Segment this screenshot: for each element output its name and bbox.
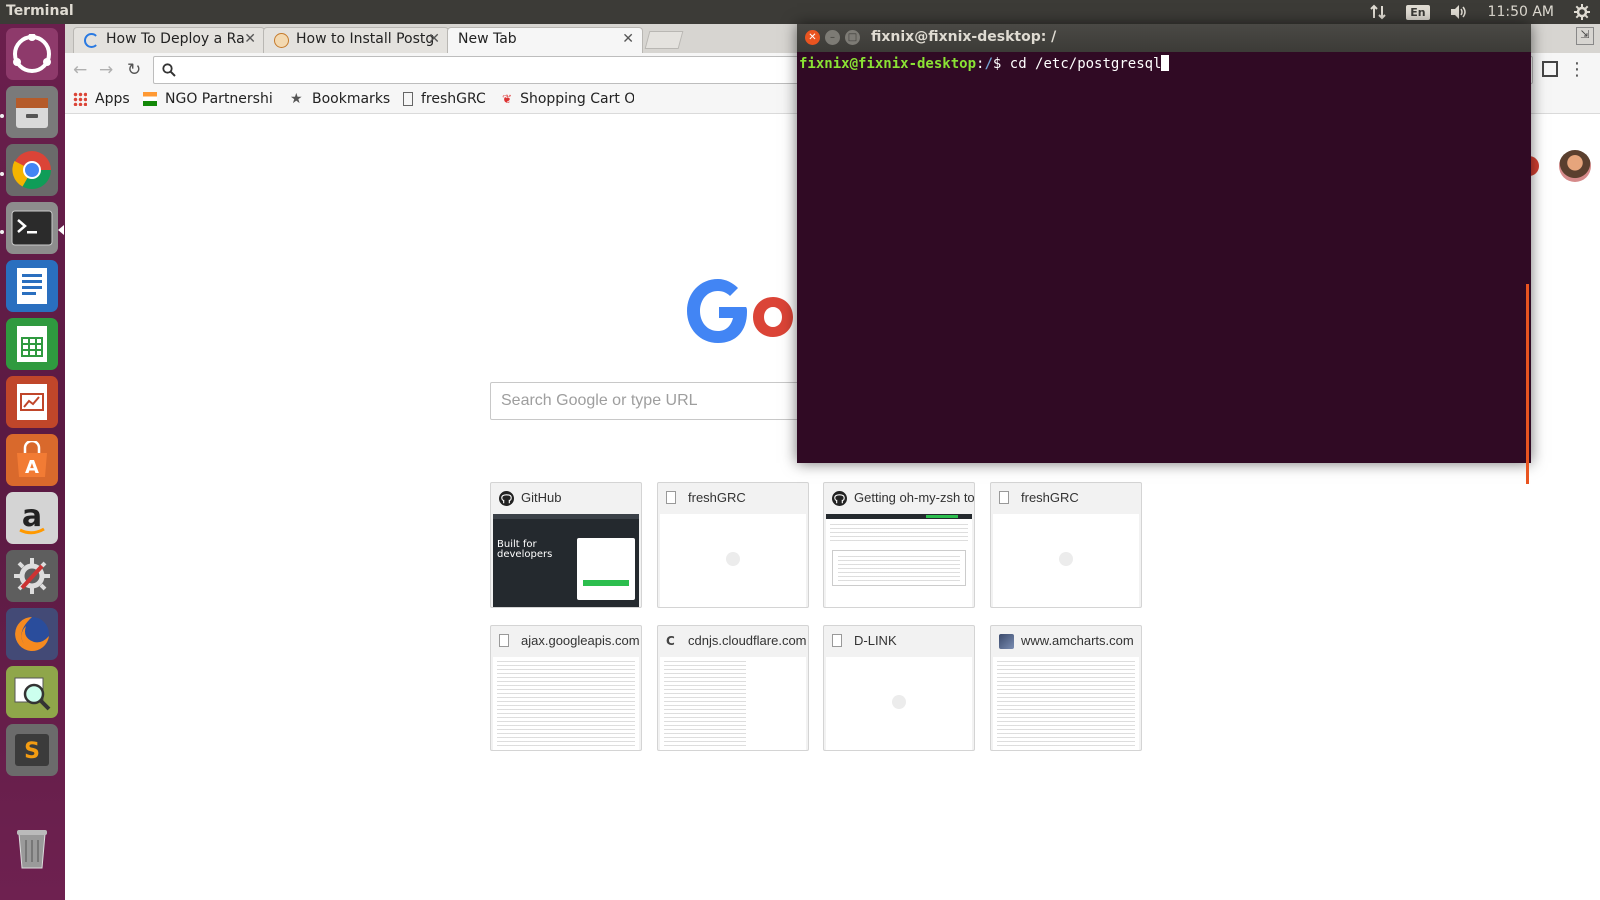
terminal-resize-edge[interactable] bbox=[1526, 284, 1529, 484]
most-visited-tile[interactable]: GitHub Built for developers bbox=[490, 482, 642, 608]
active-app-title: Terminal bbox=[6, 3, 74, 19]
indicator-area: En 11:50 AM bbox=[1360, 0, 1600, 24]
bookmark-folder-bookmarks[interactable]: ★ Bookmarks bbox=[290, 91, 390, 107]
flame-icon: ❦ bbox=[502, 92, 513, 106]
software-center-icon[interactable]: A bbox=[6, 434, 58, 486]
sublime-text-icon[interactable]: S bbox=[6, 724, 58, 776]
india-flag-icon bbox=[143, 92, 157, 106]
files-icon[interactable] bbox=[6, 86, 58, 138]
tab-install-postgres[interactable]: How to Install Postg ✕ bbox=[263, 27, 449, 53]
clock[interactable]: 11:50 AM bbox=[1488, 4, 1554, 20]
tab-new-tab[interactable]: New Tab ✕ bbox=[447, 27, 643, 53]
tile-thumbnail bbox=[660, 657, 806, 750]
running-indicator bbox=[0, 114, 4, 118]
most-visited-tile[interactable]: C cdnjs.cloudflare.com bbox=[657, 625, 809, 751]
bookmark-shopping-cart[interactable]: ❦ Shopping Cart O bbox=[502, 91, 634, 107]
tile-thumbnail bbox=[993, 514, 1139, 607]
writer-icon[interactable] bbox=[6, 260, 58, 312]
bookmark-ngo[interactable]: NGO Partnershi bbox=[143, 91, 278, 107]
text-cursor bbox=[1161, 55, 1170, 71]
close-icon[interactable]: ✕ bbox=[805, 30, 820, 45]
impress-icon[interactable] bbox=[6, 376, 58, 428]
terminal-output[interactable]: fixnix@fixnix-desktop:/$ cd /etc/postgre… bbox=[799, 53, 1527, 458]
svg-text:a: a bbox=[22, 499, 42, 534]
calc-icon[interactable] bbox=[6, 318, 58, 370]
firefox-icon[interactable] bbox=[6, 608, 58, 660]
command-input: cd /etc/postgresql bbox=[1009, 56, 1162, 72]
most-visited-tile[interactable]: freshGRC bbox=[990, 482, 1142, 608]
new-tab-button[interactable] bbox=[644, 31, 684, 49]
dash-home-icon[interactable] bbox=[6, 28, 58, 80]
extension-icon[interactable] bbox=[1542, 61, 1558, 77]
keyboard-layout-indicator[interactable]: En bbox=[1406, 4, 1430, 20]
apps-grid-icon bbox=[73, 92, 87, 106]
reload-icon[interactable]: ↻ bbox=[127, 60, 141, 80]
prompt-symbol: $ bbox=[992, 56, 1002, 72]
bookmark-freshgrc[interactable]: freshGRC bbox=[403, 91, 486, 107]
svg-text:A: A bbox=[25, 457, 39, 478]
tab-deploy[interactable]: How To Deploy a Ra ✕ bbox=[73, 27, 265, 53]
search-icon bbox=[162, 62, 176, 81]
bookmark-apps[interactable]: Apps bbox=[73, 91, 130, 107]
site-favicon-icon bbox=[274, 33, 289, 48]
tab-close-icon[interactable]: ✕ bbox=[244, 31, 256, 47]
forward-arrow-icon[interactable]: → bbox=[99, 60, 113, 80]
maximize-icon[interactable]: □ bbox=[845, 30, 860, 45]
most-visited-tile[interactable]: www.amcharts.com bbox=[990, 625, 1142, 751]
menu-kebab-icon[interactable]: ⋮ bbox=[1568, 59, 1586, 80]
star-icon: ★ bbox=[290, 91, 303, 107]
most-visited-tile[interactable]: D-LINK bbox=[823, 625, 975, 751]
terminal-app-icon[interactable] bbox=[6, 202, 58, 254]
tab-close-icon[interactable]: ✕ bbox=[428, 31, 440, 47]
terminal-window-title: fixnix@fixnix-desktop: / bbox=[871, 29, 1057, 45]
account-avatar[interactable] bbox=[1559, 150, 1591, 182]
tile-thumbnail bbox=[993, 657, 1139, 750]
most-visited-tile[interactable]: Getting oh-my-zsh to w bbox=[823, 482, 975, 608]
tile-thumbnail bbox=[660, 514, 806, 607]
loading-spinner-icon bbox=[84, 33, 99, 48]
system-settings-icon[interactable] bbox=[6, 550, 58, 602]
unity-launcher: A a S bbox=[0, 24, 65, 900]
search-placeholder: Search Google or type URL bbox=[501, 392, 698, 409]
volume-icon[interactable] bbox=[1450, 4, 1468, 20]
restore-window-icon[interactable]: ⇲ bbox=[1576, 27, 1594, 45]
svg-text:S: S bbox=[24, 739, 40, 764]
tab-close-icon[interactable]: ✕ bbox=[622, 31, 634, 47]
google-logo bbox=[681, 264, 811, 374]
trash-icon[interactable] bbox=[6, 822, 58, 874]
tile-thumbnail bbox=[826, 514, 972, 607]
chrome-icon[interactable] bbox=[6, 144, 58, 196]
terminal-titlebar[interactable]: ✕ – □ fixnix@fixnix-desktop: / bbox=[797, 24, 1531, 52]
amazon-icon[interactable]: a bbox=[6, 492, 58, 544]
prompt-path: / bbox=[984, 56, 993, 72]
session-gear-icon[interactable] bbox=[1574, 4, 1590, 20]
back-arrow-icon[interactable]: ← bbox=[73, 60, 87, 80]
tile-thumbnail bbox=[493, 657, 639, 750]
most-visited-tile[interactable]: freshGRC bbox=[657, 482, 809, 608]
page-icon bbox=[403, 92, 413, 106]
prompt-user: fixnix@fixnix-desktop bbox=[799, 56, 977, 72]
image-viewer-icon[interactable] bbox=[6, 666, 58, 718]
tile-thumbnail bbox=[826, 657, 972, 750]
minimize-icon[interactable]: – bbox=[825, 30, 840, 45]
tile-thumbnail: Built for developers bbox=[493, 514, 639, 607]
top-panel: Terminal En 11:50 AM bbox=[0, 0, 1600, 24]
most-visited-tile[interactable]: ajax.googleapis.com bbox=[490, 625, 642, 751]
terminal-window[interactable]: ✕ – □ fixnix@fixnix-desktop: / fixnix@fi… bbox=[797, 24, 1531, 484]
network-icon[interactable] bbox=[1370, 4, 1386, 20]
thumbnail-heading: Built for developers bbox=[497, 539, 553, 560]
